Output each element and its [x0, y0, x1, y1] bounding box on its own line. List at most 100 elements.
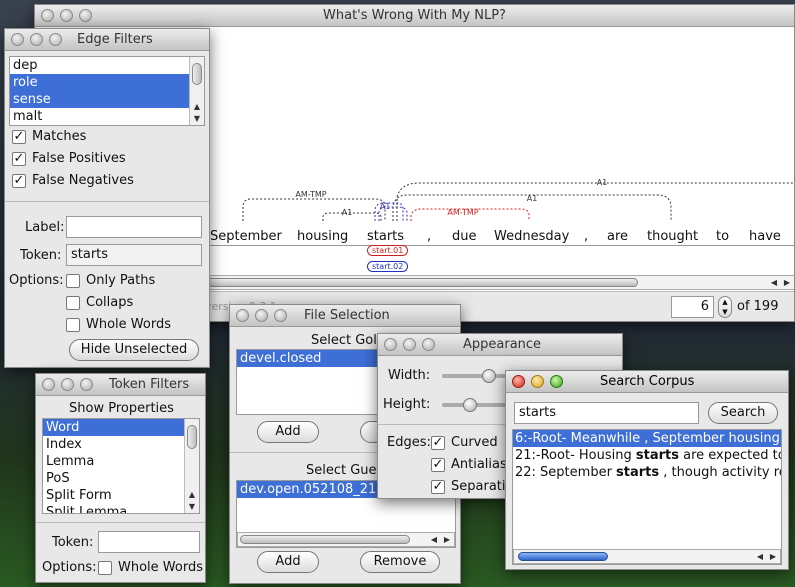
guess-add-button[interactable]: Add [257, 551, 319, 573]
zoom-icon[interactable] [49, 33, 62, 46]
stepper-up-icon[interactable]: ▲ [722, 298, 727, 306]
scroll-right-icon[interactable]: ▶ [767, 550, 779, 563]
minimize-icon[interactable] [403, 338, 416, 351]
minimize-icon[interactable] [531, 375, 544, 388]
search-button[interactable]: Search [708, 402, 778, 424]
scroll-down-icon[interactable]: ▼ [185, 501, 199, 513]
token-word[interactable]: September [210, 229, 282, 244]
sense-tag[interactable]: start.01 [367, 245, 409, 256]
gold-add-button[interactable]: Add [257, 421, 319, 443]
token-word[interactable]: housing [297, 229, 348, 244]
list-horizontal-scrollbar[interactable]: ◀ ▶ [237, 532, 455, 547]
main-horizontal-scrollbar[interactable]: ◀ ▶ [205, 275, 794, 290]
results-horizontal-scrollbar[interactable]: ◀ ▶ [513, 549, 781, 564]
checkmark-icon[interactable]: ✓ [12, 173, 26, 188]
checkmark-icon[interactable]: ✓ [12, 129, 26, 144]
close-icon[interactable] [236, 309, 249, 322]
list-item[interactable]: Index [43, 436, 199, 453]
minimize-icon[interactable] [60, 9, 73, 22]
token-word[interactable]: have [749, 229, 781, 244]
slider-knob[interactable] [463, 398, 478, 412]
scroll-thumb[interactable] [187, 425, 197, 449]
checkbox-box[interactable] [66, 295, 80, 310]
search-result-item[interactable]: 22: September starts , though activity r… [513, 464, 781, 481]
token-word[interactable]: to [716, 229, 729, 244]
search-results-list[interactable]: 6:-Root- Meanwhile , September housing s… [512, 429, 782, 565]
list-item[interactable]: Split Form [43, 487, 199, 504]
scroll-right-icon[interactable]: ▶ [441, 533, 453, 546]
close-icon[interactable] [42, 378, 55, 391]
token-properties-list[interactable]: Word Index Lemma PoS Split Form Split Le… [42, 418, 200, 514]
close-icon[interactable] [41, 9, 54, 22]
token-input[interactable] [98, 531, 200, 553]
token-word[interactable]: , [427, 229, 431, 244]
scroll-left-icon[interactable]: ◀ [768, 276, 780, 289]
scroll-left-icon[interactable]: ◀ [754, 550, 766, 563]
scroll-right-icon[interactable]: ▶ [781, 276, 793, 289]
slider-knob[interactable] [482, 369, 497, 383]
edge-filters-title-bar[interactable]: Edge Filters [5, 29, 209, 51]
search-result-item[interactable]: 6:-Root- Meanwhile , September housing s… [513, 430, 781, 447]
list-item[interactable]: sense [10, 91, 189, 108]
list-item[interactable]: Split Lemma [43, 504, 199, 513]
token-word[interactable]: thought [647, 229, 698, 244]
close-icon[interactable] [384, 338, 397, 351]
zoom-icon[interactable] [550, 375, 563, 388]
checkbox-box[interactable] [66, 273, 80, 288]
scroll-thumb[interactable] [206, 278, 638, 287]
page-stepper[interactable]: ▲ ▼ [718, 296, 732, 318]
scroll-up-icon[interactable]: ▲ [185, 489, 199, 501]
matches-checkbox[interactable]: ✓ Matches [12, 129, 86, 144]
search-result-item[interactable]: 21:-Root- Housing starts are expected to… [513, 447, 781, 464]
scroll-down-icon[interactable]: ▼ [190, 113, 204, 125]
collaps-checkbox[interactable]: Collaps [66, 295, 133, 310]
token-word[interactable]: Wednesday [494, 229, 569, 244]
checkbox-box[interactable] [98, 560, 112, 575]
close-icon[interactable] [11, 33, 24, 46]
token-word[interactable]: are [607, 229, 628, 244]
main-title-bar[interactable]: What's Wrong With My NLP? [35, 5, 794, 27]
minimize-icon[interactable] [61, 378, 74, 391]
checkmark-icon[interactable]: ✓ [431, 435, 445, 450]
hide-unselected-button[interactable]: Hide Unselected [69, 339, 199, 361]
close-icon[interactable] [512, 375, 525, 388]
token-input[interactable]: starts [66, 244, 202, 266]
list-item[interactable]: PoS [43, 470, 199, 487]
scroll-left-icon[interactable]: ◀ [428, 533, 440, 546]
stepper-down-icon[interactable]: ▼ [722, 308, 727, 316]
list-scrollbar[interactable]: ▲ ▼ [184, 419, 199, 513]
page-number-input[interactable]: 6 [671, 296, 714, 318]
token-word[interactable]: starts [367, 229, 404, 244]
list-item[interactable]: role [10, 74, 189, 91]
list-item[interactable]: dep [10, 57, 204, 74]
token-filters-title-bar[interactable]: Token Filters [36, 374, 205, 396]
scroll-up-icon[interactable]: ▲ [190, 101, 204, 113]
edge-type-list[interactable]: dep role sense malt ▲ ▼ [9, 56, 205, 126]
curved-checkbox[interactable]: ✓ Curved [431, 435, 498, 450]
minimize-icon[interactable] [255, 309, 268, 322]
token-word[interactable]: due [452, 229, 477, 244]
false-negatives-checkbox[interactable]: ✓ False Negatives [12, 173, 134, 188]
list-item[interactable]: malt [10, 108, 204, 125]
token-word[interactable]: , [584, 229, 588, 244]
zoom-icon[interactable] [80, 378, 93, 391]
zoom-icon[interactable] [274, 309, 287, 322]
file-selection-title-bar[interactable]: File Selection [230, 305, 460, 327]
scroll-thumb[interactable] [240, 535, 410, 544]
scroll-thumb[interactable] [192, 63, 202, 85]
scroll-thumb[interactable] [518, 552, 608, 561]
antialias-checkbox[interactable]: ✓ Antialias [431, 457, 507, 472]
list-scrollbar[interactable]: ▲ ▼ [189, 57, 204, 125]
whole-words-checkbox[interactable]: Whole Words [66, 317, 171, 332]
checkmark-icon[interactable]: ✓ [12, 151, 26, 166]
search-corpus-title-bar[interactable]: Search Corpus [506, 371, 788, 393]
list-item[interactable]: Word [43, 419, 184, 436]
checkmark-icon[interactable]: ✓ [431, 479, 445, 494]
appearance-title-bar[interactable]: Appearance [378, 334, 622, 356]
false-positives-checkbox[interactable]: ✓ False Positives [12, 151, 126, 166]
only-paths-checkbox[interactable]: Only Paths [66, 273, 155, 288]
sense-tag[interactable]: start.02 [367, 261, 409, 272]
whole-words-checkbox[interactable]: Whole Words [98, 560, 203, 575]
zoom-icon[interactable] [79, 9, 92, 22]
label-input[interactable] [66, 216, 202, 238]
